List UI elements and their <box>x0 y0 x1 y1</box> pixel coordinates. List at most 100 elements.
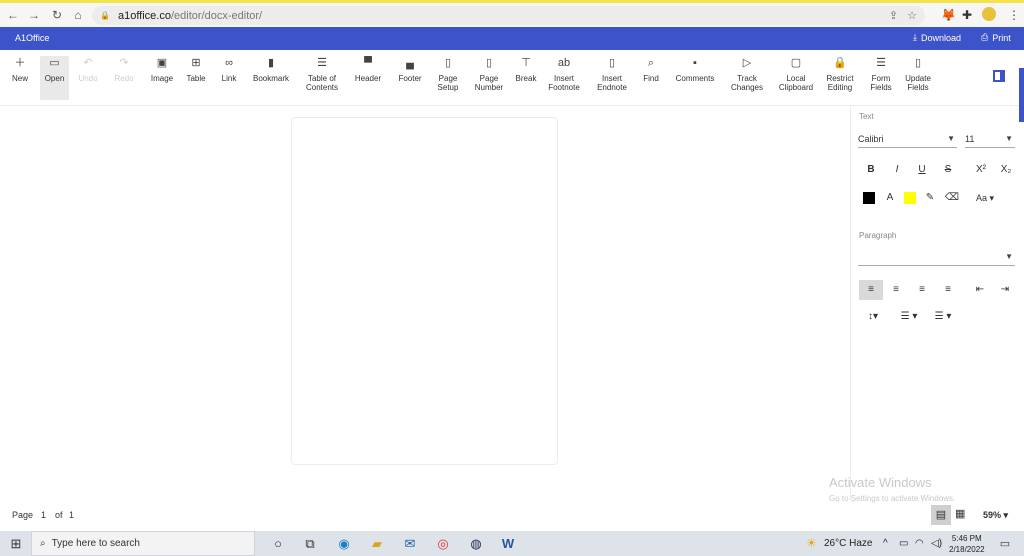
lock-icon: 🔒 <box>833 57 847 69</box>
metamask-icon[interactable]: 🦊 <box>941 8 956 22</box>
avatar[interactable] <box>982 7 996 21</box>
taskbar: ⊞ ⌕ Type here to search ○ ⧉ ◉ ▰ ✉ ◎ ◍ W … <box>0 531 1024 556</box>
tool-break[interactable]: ⊤ Break <box>514 56 538 100</box>
word-icon[interactable]: W <box>500 536 516 552</box>
clock-time: 5:46 PM <box>951 534 982 543</box>
paragraph-style-select[interactable]: ▼ <box>858 250 1015 266</box>
tool-bookmark[interactable]: ▮ Bookmark <box>251 56 291 100</box>
tool-insert-endnote[interactable]: ▯ Insert Endnote <box>595 56 629 100</box>
download-button[interactable]: ⤓ Download <box>913 32 961 43</box>
tool-comments[interactable]: ▪ Comments <box>674 56 716 100</box>
tool-track-changes[interactable]: ▷ Track Changes <box>729 56 765 100</box>
break-icon: ⊤ <box>521 57 531 69</box>
font-color-swatch[interactable] <box>863 192 875 204</box>
tool-link[interactable]: ∞ Link <box>218 56 240 100</box>
strikethrough-button[interactable]: S <box>937 160 959 180</box>
align-right-button[interactable]: ≡ <box>911 280 933 300</box>
tool-image[interactable]: ▣ Image <box>148 56 176 100</box>
table-icon: ⊞ <box>191 57 201 69</box>
clear-format-icon[interactable]: ⌫ <box>941 188 963 208</box>
steam-icon[interactable]: ◍ <box>468 536 484 552</box>
font-family-select[interactable]: Calibri ▼ <box>858 132 957 148</box>
chevron-up-icon[interactable]: ^ <box>883 538 888 549</box>
print-icon: ⎙ <box>981 32 989 42</box>
document-page[interactable] <box>291 117 558 465</box>
mail-icon[interactable]: ✉ <box>402 536 418 552</box>
footnote-icon: ab <box>557 57 571 69</box>
bullet-list-button[interactable]: ☰ ▾ <box>895 307 923 327</box>
highlight-color-swatch[interactable] <box>904 192 916 204</box>
update-fields-icon: ▯ <box>914 57 922 69</box>
tool-update-fields[interactable]: ▯ Update Fields <box>902 56 934 100</box>
share-icon[interactable]: ⇪ <box>889 9 898 22</box>
volume-icon[interactable]: ◁) <box>931 538 942 549</box>
align-left-button[interactable]: ≡ <box>859 280 883 300</box>
file-explorer-icon[interactable]: ▰ <box>369 536 385 552</box>
underline-button[interactable]: U <box>911 160 933 180</box>
italic-button[interactable]: I <box>886 160 908 180</box>
decrease-indent-button[interactable]: ⇤ <box>969 280 991 300</box>
tool-footer[interactable]: ▄ Footer <box>395 56 425 100</box>
subscript-button[interactable]: X₂ <box>995 160 1017 180</box>
properties-pane-toggle-icon[interactable] <box>993 70 1005 82</box>
bookmark-icon: ▮ <box>267 57 275 69</box>
address-bar[interactable]: 🔒 a1office.co/editor/docx-editor/ ⇪ ☆ <box>92 6 925 25</box>
tool-table[interactable]: ⊞ Table <box>183 56 209 100</box>
tool-page-number[interactable]: ▯ Page Number <box>473 56 505 100</box>
watermark-title: Activate Windows <box>829 475 932 490</box>
extensions-icon[interactable]: ✚ <box>962 8 972 22</box>
tool-undo[interactable]: ↶ Undo <box>76 56 100 100</box>
zoom-value: 59% <box>983 510 1002 520</box>
wifi-icon[interactable]: ◠ <box>915 538 924 549</box>
weather-text[interactable]: 26°C Haze <box>824 538 872 549</box>
star-icon[interactable]: ☆ <box>907 9 917 22</box>
more-menu-icon[interactable]: ⋮ <box>1008 8 1020 22</box>
print-label: Print <box>992 32 1011 43</box>
tool-label: Redo <box>114 74 134 83</box>
print-layout-icon[interactable]: ▤ <box>931 505 951 525</box>
tool-insert-footnote[interactable]: ab Insert Footnote <box>546 56 582 100</box>
increase-indent-button[interactable]: ⇥ <box>994 280 1016 300</box>
zoom-select[interactable]: 59% ▾ <box>983 510 1008 521</box>
highlight-pen-icon[interactable]: ✎ <box>919 188 941 208</box>
tool-new[interactable]: ＋ New <box>8 56 32 100</box>
superscript-button[interactable]: X² <box>970 160 992 180</box>
tool-label: Update Fields <box>905 74 931 92</box>
clock[interactable]: 5:46 PM 2/18/2022 <box>949 533 985 555</box>
clock-date: 2/18/2022 <box>949 545 985 554</box>
forward-icon[interactable]: → <box>22 8 46 22</box>
tool-label: Footer <box>398 74 422 83</box>
task-view-icon[interactable]: ⧉ <box>302 536 318 552</box>
numbered-list-button[interactable]: ☰ ▾ <box>929 307 957 327</box>
page-setup-icon: ▯ <box>444 57 452 69</box>
chrome-icon[interactable]: ◎ <box>435 536 451 552</box>
tool-form-fields[interactable]: ☰ Form Fields <box>868 56 894 100</box>
change-case-button[interactable]: Aa ▾ <box>971 188 999 208</box>
tool-page-setup[interactable]: ▯ Page Setup <box>435 56 461 100</box>
current-page[interactable]: 1 <box>41 510 46 520</box>
line-spacing-button[interactable]: ↕▾ <box>860 307 886 327</box>
justify-button[interactable]: ≡ <box>937 280 959 300</box>
tool-local-clipboard[interactable]: ▢ Local Clipboard <box>777 56 815 100</box>
cortana-icon[interactable]: ○ <box>270 536 286 552</box>
print-button[interactable]: ⎙ Print <box>981 32 1011 43</box>
tool-label: Table <box>186 74 206 83</box>
web-layout-icon[interactable]: ▦ <box>955 507 965 520</box>
tool-open[interactable]: ▭ Open <box>40 56 69 100</box>
tool-restrict-editing[interactable]: 🔒 Restrict Editing <box>823 56 857 100</box>
font-color-button[interactable]: A <box>879 188 901 208</box>
taskbar-search[interactable]: ⌕ Type here to search <box>31 531 255 556</box>
tool-header[interactable]: ▀ Header <box>353 56 383 100</box>
tool-label: Find <box>643 74 659 83</box>
tool-find[interactable]: ⌕ Find <box>640 56 662 100</box>
home-icon[interactable]: ⌂ <box>66 8 90 22</box>
windows-start-icon[interactable]: ⊞ <box>8 536 24 552</box>
tool-redo[interactable]: ↷ Redo <box>112 56 136 100</box>
font-size-select[interactable]: 11 ▼ <box>965 132 1015 148</box>
bold-button[interactable]: B <box>860 160 882 180</box>
notifications-icon[interactable]: ▭ <box>997 536 1013 552</box>
network-icon[interactable]: ▭ <box>899 538 908 549</box>
tool-table-of-contents[interactable]: ☰ Table of Contents <box>303 56 341 100</box>
align-center-button[interactable]: ≡ <box>885 280 907 300</box>
edge-icon[interactable]: ◉ <box>336 536 352 552</box>
